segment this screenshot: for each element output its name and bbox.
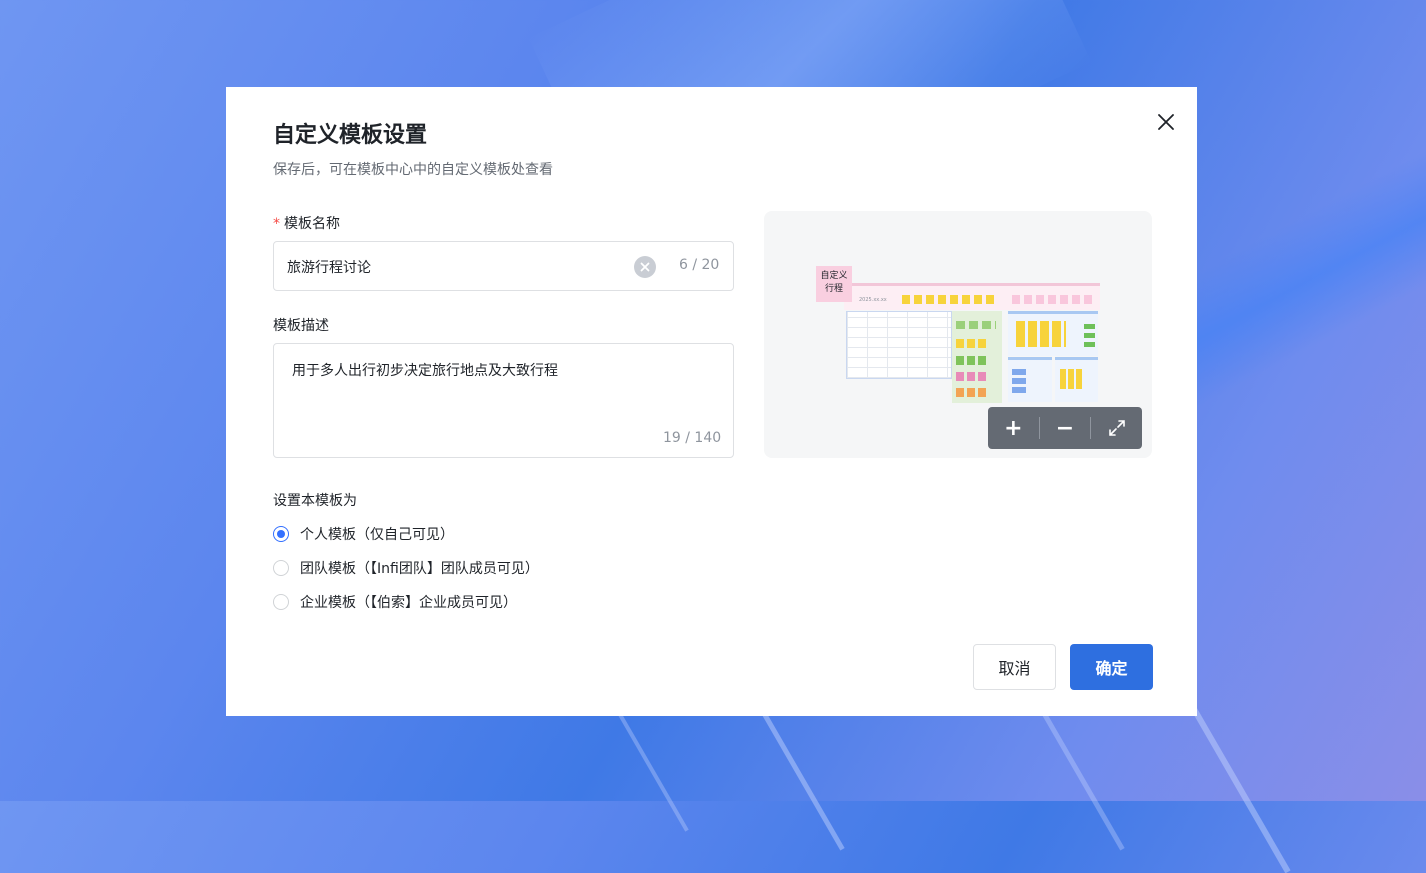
- preview-table: [846, 311, 952, 379]
- preview-blue-stickies-2: [1012, 367, 1026, 393]
- background-streak: [760, 709, 845, 851]
- preview-green-stickies-2: [956, 356, 986, 365]
- radio-label: 企业模板（【伯索】企业成员可见）: [300, 595, 517, 611]
- radio-label: 个人模板（仅自己可见）: [300, 527, 454, 543]
- desc-char-counter: 19 / 140: [663, 430, 722, 446]
- preview-yellow-stickies-3: [1060, 369, 1084, 389]
- dialog-title: 自定义模板设置: [273, 123, 428, 148]
- confirm-button[interactable]: 确定: [1070, 644, 1153, 690]
- template-desc-value[interactable]: 用于多人出行初步决定旅行地点及大致行程: [292, 360, 558, 380]
- radio-unchecked-icon[interactable]: [273, 594, 289, 610]
- radio-unchecked-icon[interactable]: [273, 560, 289, 576]
- template-name-label: * 模板名称: [273, 213, 340, 233]
- preview-orange-stickies: [956, 388, 986, 397]
- name-char-counter: 6 / 20: [679, 257, 720, 273]
- fullscreen-button[interactable]: [1091, 407, 1142, 449]
- preview-green-tags: [1084, 321, 1095, 347]
- template-scope-label: 设置本模板为: [273, 493, 357, 509]
- radio-personal-template[interactable]: 个人模板（仅自己可见）: [273, 524, 454, 544]
- clear-icon[interactable]: [634, 256, 656, 278]
- close-icon[interactable]: [1157, 113, 1175, 131]
- zoom-in-label: +: [1004, 415, 1023, 441]
- radio-checked-icon[interactable]: [273, 526, 289, 542]
- preview-pink-stickies-2: [956, 372, 986, 381]
- template-name-label-text: 模板名称: [284, 216, 340, 232]
- close-button[interactable]: [1151, 107, 1181, 137]
- custom-template-dialog: 自定义模板设置 保存后，可在模板中心中的自定义模板处查看 * 模板名称 旅游行程讨…: [226, 87, 1197, 716]
- zoom-in-button[interactable]: +: [988, 407, 1039, 449]
- background-streak: [1040, 709, 1125, 851]
- preview-zoom-toolbar: + −: [988, 407, 1142, 449]
- preview-green-stickies: [956, 321, 996, 329]
- preview-board-date: 2025.xx.xx: [859, 297, 887, 303]
- preview-yellow-stickies-2: [956, 339, 986, 348]
- template-desc-textarea[interactable]: 用于多人出行初步决定旅行地点及大致行程 19 / 140: [273, 343, 734, 458]
- preview-sticky-note: 自定义 行程: [816, 266, 852, 302]
- preview-sticky-text: 自定义 行程: [820, 271, 848, 294]
- radio-enterprise-template[interactable]: 企业模板（【伯索】企业成员可见）: [273, 592, 517, 612]
- expand-icon[interactable]: [1108, 419, 1126, 437]
- required-mark: *: [273, 216, 280, 232]
- radio-team-template[interactable]: 团队模板（【Infi团队】团队成员可见）: [273, 558, 539, 578]
- background-streak: [615, 708, 689, 832]
- template-name-value[interactable]: 旅游行程讨论: [287, 257, 371, 277]
- cancel-button[interactable]: 取消: [973, 644, 1056, 690]
- zoom-out-label: −: [1055, 415, 1075, 441]
- template-name-input[interactable]: 旅游行程讨论 6 / 20: [273, 241, 734, 291]
- radio-label: 团队模板（【Infi团队】团队成员可见）: [300, 561, 539, 577]
- zoom-out-button[interactable]: −: [1040, 407, 1091, 449]
- dialog-subtitle: 保存后，可在模板中心中的自定义模板处查看: [273, 162, 553, 178]
- preview-pink-stickies: [1012, 295, 1092, 304]
- template-preview[interactable]: 2025.xx.xx 自定义 行程 + −: [764, 211, 1152, 458]
- preview-yellow-stickies: [902, 295, 997, 304]
- template-desc-label: 模板描述: [273, 318, 329, 334]
- preview-blue-stickies: [1016, 321, 1066, 347]
